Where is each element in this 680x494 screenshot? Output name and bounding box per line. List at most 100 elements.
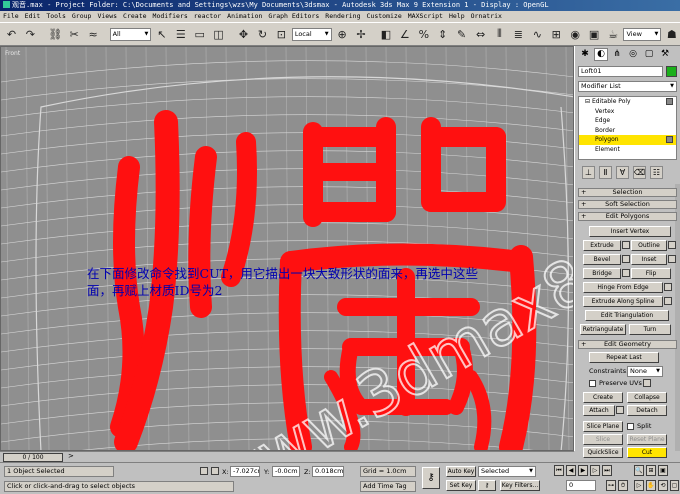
outline-settings-button[interactable] (668, 241, 676, 249)
auto-key-button[interactable]: Auto Key (446, 466, 476, 477)
menu-modifiers[interactable]: Modifiers (153, 11, 188, 22)
outline-button[interactable]: Outline (631, 240, 667, 251)
transform-type-icon[interactable] (211, 467, 219, 475)
preserve-uvs-checkbox[interactable] (589, 380, 596, 387)
object-color-swatch[interactable] (666, 66, 677, 77)
utilities-tab-icon[interactable]: ⚒ (658, 48, 672, 61)
time-config-icon[interactable]: ⏱ (618, 480, 628, 491)
attach-settings-button[interactable] (616, 406, 624, 414)
rollout-selection[interactable]: Selection (578, 188, 677, 197)
next-key-icon[interactable]: ▷ (590, 465, 600, 476)
lock-selection-icon[interactable] (200, 467, 208, 475)
stack-element[interactable]: Element (579, 145, 676, 155)
key-mode-toggle-icon[interactable]: ⊶ (606, 480, 616, 491)
bind-space-warp-icon[interactable]: ≈ (85, 26, 102, 43)
go-to-end-icon[interactable]: ⏭ (602, 465, 612, 476)
inset-button[interactable]: Inset (631, 254, 667, 265)
slice-plane-button[interactable]: Slice Plane (583, 421, 623, 432)
menu-edit[interactable]: Edit (25, 11, 41, 22)
percent-snap-icon[interactable]: % (415, 26, 432, 43)
menu-graph-editors[interactable]: Graph Editors (268, 11, 319, 22)
edit-triangulation-button[interactable]: Edit Triangulation (585, 310, 669, 321)
undo-icon[interactable]: ↶ (3, 26, 20, 43)
flip-button[interactable]: Flip (631, 268, 671, 279)
insert-vertex-button[interactable]: Insert Vertex (589, 226, 671, 237)
z-coord-field[interactable]: 0.018cm (312, 466, 344, 477)
menu-animation[interactable]: Animation (227, 11, 262, 22)
extrude-settings-button[interactable] (622, 241, 630, 249)
slice-button[interactable]: Slice (583, 434, 623, 445)
motion-tab-icon[interactable]: ◎ (626, 48, 640, 61)
key-filters-button[interactable]: Key Filters... (500, 480, 540, 491)
menu-create[interactable]: Create (123, 11, 146, 22)
key-mode-icon[interactable]: ⚷ (422, 467, 440, 489)
stack-edge[interactable]: Edge (579, 116, 676, 126)
constraints-dropdown[interactable]: None ▼ (627, 366, 663, 377)
angle-snap-icon[interactable]: ∠ (396, 26, 413, 43)
menu-group[interactable]: Group (72, 11, 92, 22)
orbit-icon[interactable]: ⟲ (658, 480, 668, 491)
y-coord-field[interactable]: -0.0cm (272, 466, 300, 477)
preserve-uvs-settings-button[interactable] (643, 379, 651, 387)
teapot-render-icon[interactable]: ☗ (663, 26, 680, 43)
menu-rendering[interactable]: Rendering (325, 11, 360, 22)
attach-button[interactable]: Attach (583, 405, 615, 416)
add-time-tag[interactable]: Add Time Tag (360, 481, 416, 492)
retriangulate-button[interactable]: Retriangulate (580, 324, 626, 335)
object-name-field[interactable]: Loft01 (578, 66, 663, 77)
rect-selection-icon[interactable]: ▭ (191, 26, 208, 43)
modify-tab-icon[interactable]: ◐ (594, 47, 608, 61)
selection-filter-dropdown[interactable]: All ▼ (109, 27, 152, 41)
remove-modifier-icon[interactable]: ⌫ (633, 166, 646, 179)
unlink-icon[interactable]: ✂ (66, 26, 83, 43)
menu-views[interactable]: Views (97, 11, 117, 22)
detach-button[interactable]: Detach (627, 405, 667, 416)
menu-help[interactable]: Help (449, 11, 465, 22)
bevel-settings-button[interactable] (622, 255, 630, 263)
rotate-icon[interactable]: ↻ (254, 26, 271, 43)
panel-scrollbar[interactable] (675, 184, 680, 451)
stack-editable-poly[interactable]: ⊟ Editable Poly (579, 97, 676, 107)
create-button[interactable]: Create (583, 392, 623, 403)
hierarchy-tab-icon[interactable]: ⋔ (610, 48, 624, 61)
pivot-center-icon[interactable]: ⊕ (334, 26, 351, 43)
extrude-button[interactable]: Extrude (583, 240, 621, 251)
layer-manager-icon[interactable]: ≣ (510, 26, 527, 43)
repeat-last-button[interactable]: Repeat Last (589, 352, 659, 363)
bevel-button[interactable]: Bevel (583, 254, 621, 265)
x-coord-field[interactable]: -7.027cm (230, 466, 260, 477)
window-crossing-icon[interactable]: ◫ (210, 26, 227, 43)
stack-border[interactable]: Border (579, 126, 676, 136)
turn-button[interactable]: Turn (629, 324, 671, 335)
cut-button[interactable]: Cut (627, 447, 667, 458)
scale-icon[interactable]: ⊡ (273, 26, 290, 43)
snap-toggle-icon[interactable]: ◧ (377, 26, 394, 43)
material-editor-icon[interactable]: ◉ (567, 26, 584, 43)
pin-stack-icon[interactable]: ⊥ (582, 166, 595, 179)
spinner-snap-icon[interactable]: ⇕ (434, 26, 451, 43)
time-slider-thumb[interactable]: 0 / 100 (3, 453, 63, 462)
select-link-icon[interactable]: ⛓ (47, 26, 64, 43)
align-icon[interactable]: ⫴ (491, 26, 508, 43)
mirror-icon[interactable]: ⇔ (472, 26, 489, 43)
extrude-along-spline-button[interactable]: Extrude Along Spline (583, 296, 663, 307)
move-icon[interactable]: ✥ (235, 26, 252, 43)
front-viewport[interactable]: Front www.3dmax8.cn 在下面修改命令找到CUT，用它描出一块大… (0, 46, 574, 451)
menu-ornatrix[interactable]: Ornatrix (471, 11, 502, 22)
reset-plane-button[interactable]: Reset Plane (627, 434, 667, 445)
field-of-view-icon[interactable]: ▷ (634, 480, 644, 491)
auto-key-dropdown[interactable]: Selected ▼ (478, 466, 536, 477)
schematic-view-icon[interactable]: ⊞ (548, 26, 565, 43)
split-checkbox[interactable] (627, 423, 634, 430)
show-end-result-icon[interactable]: Ⅱ (599, 166, 612, 179)
reference-coord-dropdown[interactable]: Local ▼ (291, 27, 332, 41)
menu-reactor[interactable]: reactor (194, 11, 221, 22)
menu-tools[interactable]: Tools (46, 11, 66, 22)
next-frame-icon[interactable]: > (68, 452, 74, 460)
select-by-name-icon[interactable]: ☰ (172, 26, 189, 43)
pan-icon[interactable]: ✋ (646, 480, 656, 491)
render-type-dropdown[interactable]: View ▼ (623, 27, 662, 41)
previous-frame-icon[interactable]: ◀ (566, 465, 576, 476)
configure-sets-icon[interactable]: ☷ (650, 166, 663, 179)
stack-polygon[interactable]: Polygon (579, 135, 676, 145)
